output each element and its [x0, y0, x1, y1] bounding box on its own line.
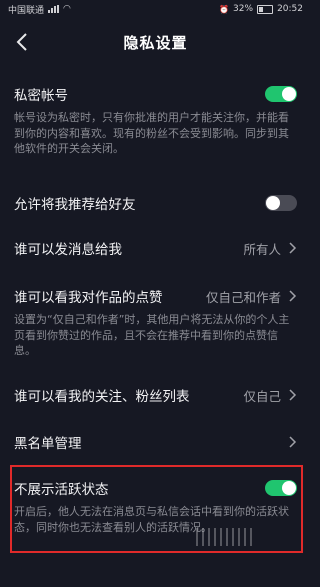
signal-icon: [48, 5, 60, 13]
hide-active-status-label: 不展示活跃状态: [14, 482, 109, 498]
alarm-icon: ⏰: [219, 4, 230, 14]
private-account-row: 私密帐号 帐号设为私密时，只有你批准的用户才能关注你，并能看到你的内容和喜欢。现…: [0, 84, 311, 157]
private-account-toggle[interactable]: [265, 86, 297, 102]
recommend-friends-row[interactable]: 允许将我推荐给好友: [0, 193, 311, 213]
who-can-message-value-text: 所有人: [243, 241, 281, 257]
toggle-knob: [282, 481, 296, 495]
status-left: 中国联通 ◠: [8, 3, 71, 16]
battery-icon: [257, 4, 274, 14]
watermark: [196, 528, 252, 546]
chevron-right-icon: [289, 389, 297, 401]
status-bar: 中国联通 ◠ ⏰ 32% 20:52: [0, 0, 311, 18]
time-text: 20:52: [277, 4, 303, 14]
who-can-see-likes-row[interactable]: 谁可以看我对作品的点赞 仅自己和作者 设置为“仅自己和作者”时，其他用户将无法从…: [0, 286, 311, 359]
battery-text: 32%: [233, 4, 254, 14]
who-can-see-likes-label: 谁可以看我对作品的点赞: [14, 290, 163, 306]
page-title: 隐私设置: [123, 33, 188, 52]
who-can-see-follows-value: 仅自己: [243, 386, 297, 405]
who-can-message-row[interactable]: 谁可以发消息给我 所有人: [0, 238, 311, 258]
recommend-friends-label: 允许将我推荐给好友: [14, 197, 136, 213]
who-can-see-likes-value-text: 仅自己和作者: [205, 289, 281, 305]
toggle-knob: [266, 196, 280, 210]
chevron-right-icon: [289, 242, 297, 254]
toggle-knob: [282, 87, 296, 101]
nav-bar: 隐私设置: [0, 18, 311, 66]
who-can-see-likes-value: 仅自己和作者: [206, 287, 297, 306]
who-can-see-follows-label: 谁可以看我的关注、粉丝列表: [14, 389, 190, 405]
chevron-right-icon: [289, 436, 297, 448]
private-account-description: 帐号设为私密时，只有你批准的用户才能关注你，并能看到你的内容和喜欢。现有的粉丝不…: [14, 111, 289, 155]
chevron-right-icon: [289, 290, 297, 302]
status-right: ⏰ 32% 20:52: [219, 4, 303, 14]
back-arrow-icon[interactable]: [10, 30, 34, 54]
blacklist-label: 黑名单管理: [14, 436, 82, 452]
who-can-message-label: 谁可以发消息给我: [14, 242, 122, 258]
hide-active-status-description: 开启后，他人无法在消息页与私信会话中看到你的活跃状态，同时你也无法查看别人的活跃…: [14, 505, 289, 534]
hide-active-status-row: 不展示活跃状态 开启后，他人无法在消息页与私信会话中看到你的活跃状态，同时你也无…: [0, 478, 311, 535]
who-can-see-follows-row[interactable]: 谁可以看我的关注、粉丝列表 仅自己: [0, 385, 311, 405]
who-can-message-value: 所有人: [243, 239, 297, 258]
who-can-see-likes-description: 设置为“仅自己和作者”时，其他用户将无法从你的个人主页看到你赞过的作品，且不会在…: [14, 313, 290, 357]
wifi-icon: ◠: [63, 4, 71, 14]
private-account-label: 私密帐号: [14, 88, 68, 104]
recommend-friends-toggle[interactable]: [265, 195, 297, 211]
hide-active-status-toggle[interactable]: [265, 480, 297, 496]
carrier-text: 中国联通: [8, 5, 45, 16]
who-can-see-follows-value-text: 仅自己: [243, 388, 281, 404]
blacklist-row[interactable]: 黑名单管理: [0, 432, 311, 452]
